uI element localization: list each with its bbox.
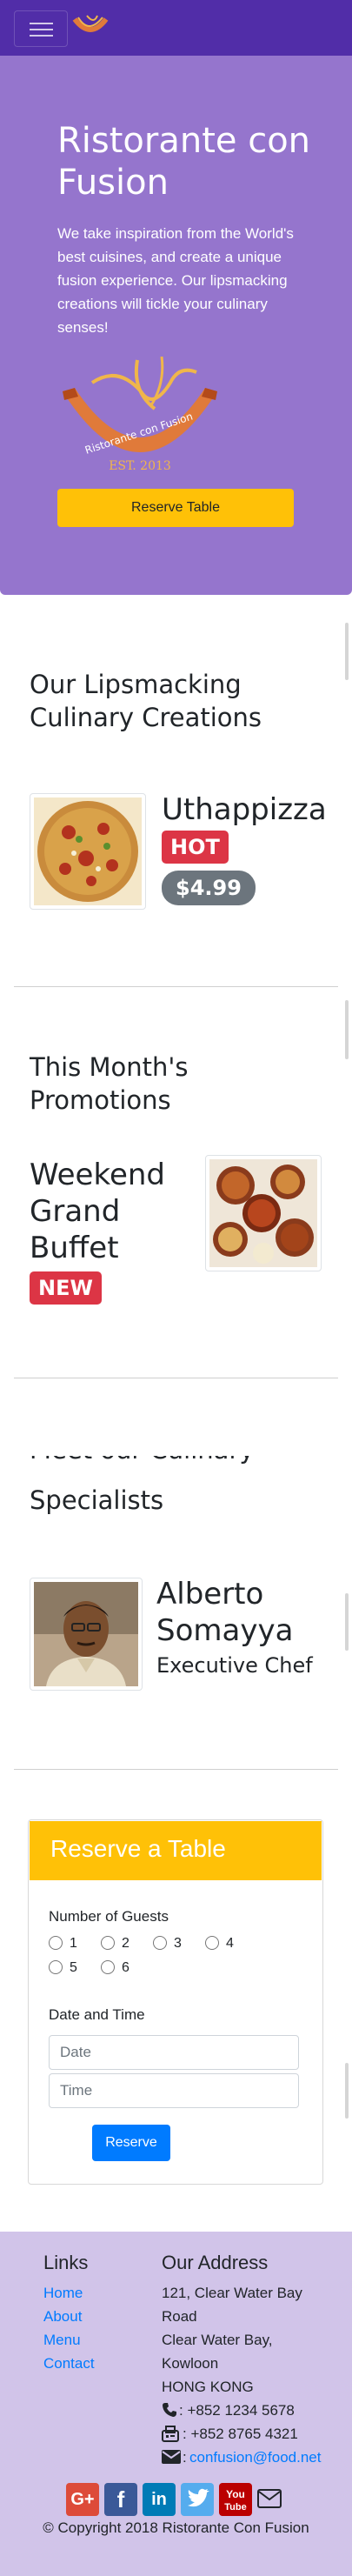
guest-radio-label: 1 [70,1936,77,1951]
guest-radio-label: 5 [70,1960,77,1975]
scrollbar[interactable] [345,1000,349,1059]
promo-image [205,1155,322,1271]
footer-link-menu[interactable]: Menu [43,2328,81,2352]
promo-section-heading: This Month's Promotions [30,1052,189,1115]
guest-radio-1[interactable] [49,1936,63,1950]
footer-links-heading: Links [43,2252,89,2273]
address-line: Clear Water Bay, [162,2332,273,2348]
leader-name: Alberto Somayya [156,1577,294,1648]
fax-icon [162,2426,179,2446]
scrollbar[interactable] [345,2063,349,2119]
linkedin-glyph: in [151,2490,167,2509]
youtube-glyph: You [226,2488,245,2500]
leader-section-heading: Specialists [30,1485,164,1515]
reserve-submit-button[interactable]: Reserve [92,2125,170,2161]
reserve-card-title: Reserve a Table [50,1835,226,1862]
address-line: 121, Clear Water Bay [162,2285,302,2301]
twitter-icon[interactable] [181,2483,214,2516]
fax-number: : +852 8765 4321 [183,2426,298,2442]
email-link[interactable]: confusion@food.net [189,2446,321,2469]
dish-name: Uthappizza [162,792,327,827]
scrollbar[interactable] [345,1593,349,1651]
logo-est: EST. 2013 [109,459,171,473]
hot-badge: HOT [162,831,229,864]
new-badge: NEW [30,1271,102,1305]
footer-link-about[interactable]: About [43,2305,82,2328]
address-line: Kowloon [162,2355,219,2372]
time-input[interactable]: Time [49,2073,299,2108]
promo-name: Weekend Grand Buffet [30,1158,165,1265]
address-line: HONG KONG [162,2379,254,2395]
scrollbar[interactable] [345,623,349,680]
facebook-icon[interactable]: f [104,2483,137,2516]
youtube-icon[interactable]: You Tube [219,2483,252,2516]
guest-radio-3[interactable] [153,1936,167,1950]
guest-radio-label: 6 [122,1960,130,1975]
jumbotron-title: Ristorante con Fusion [57,121,311,203]
price-badge: $4.99 [162,871,256,905]
hamburger-icon-line [30,35,53,37]
youtube-glyph-tube: Tube [224,2502,247,2513]
reserve-table-button[interactable]: Reserve Table [57,489,294,527]
copyright: © Copyright 2018 Ristorante Con Fusion [43,2519,309,2536]
facebook-glyph: f [116,2486,125,2513]
leader-designation: Executive Chef [156,1653,313,1678]
mail-icon[interactable] [257,2488,282,2513]
footer-link-contact[interactable]: Contact [43,2352,95,2375]
guests-label: Number of Guests [49,1908,169,1925]
envelope-icon [162,2450,181,2467]
phone-icon [162,2402,177,2421]
hamburger-icon-line [30,29,53,30]
divider [14,986,338,987]
google-plus-glyph: G+ [70,2490,95,2509]
divider [14,1769,338,1770]
restaurant-logo: Ristorante con Fusion EST. 2013 [57,356,222,482]
hamburger-icon [30,23,53,24]
email-prefix: : [183,2449,187,2466]
navbar-toggler-button[interactable] [14,10,68,47]
scroll-mask [0,1447,352,1456]
footer-link-home[interactable]: Home [43,2281,83,2305]
navbar-logo[interactable] [71,14,110,43]
guest-radio-label: 3 [174,1936,182,1951]
linkedin-icon[interactable]: in [143,2483,176,2516]
guest-radio-6[interactable] [101,1960,115,1974]
dish-image [30,793,146,910]
guest-radio-label: 2 [122,1936,130,1951]
guest-radio-5[interactable] [49,1960,63,1974]
date-input[interactable]: Date [49,2035,299,2070]
datetime-label: Date and Time [49,2006,145,2023]
jumbotron-text: We take inspiration from the World's bes… [57,225,294,336]
address-line: Road [162,2308,197,2325]
phone-number: : +852 1234 5678 [179,2402,295,2419]
google-plus-icon[interactable]: G+ [66,2483,99,2516]
leader-photo [30,1578,143,1691]
guest-radio-label: 4 [226,1936,234,1951]
footer-address-heading: Our Address [162,2252,269,2273]
guest-radio-2[interactable] [101,1936,115,1950]
dish-section-heading: Our Lipsmacking Culinary Creations [30,670,262,732]
guest-radio-4[interactable] [205,1936,219,1950]
